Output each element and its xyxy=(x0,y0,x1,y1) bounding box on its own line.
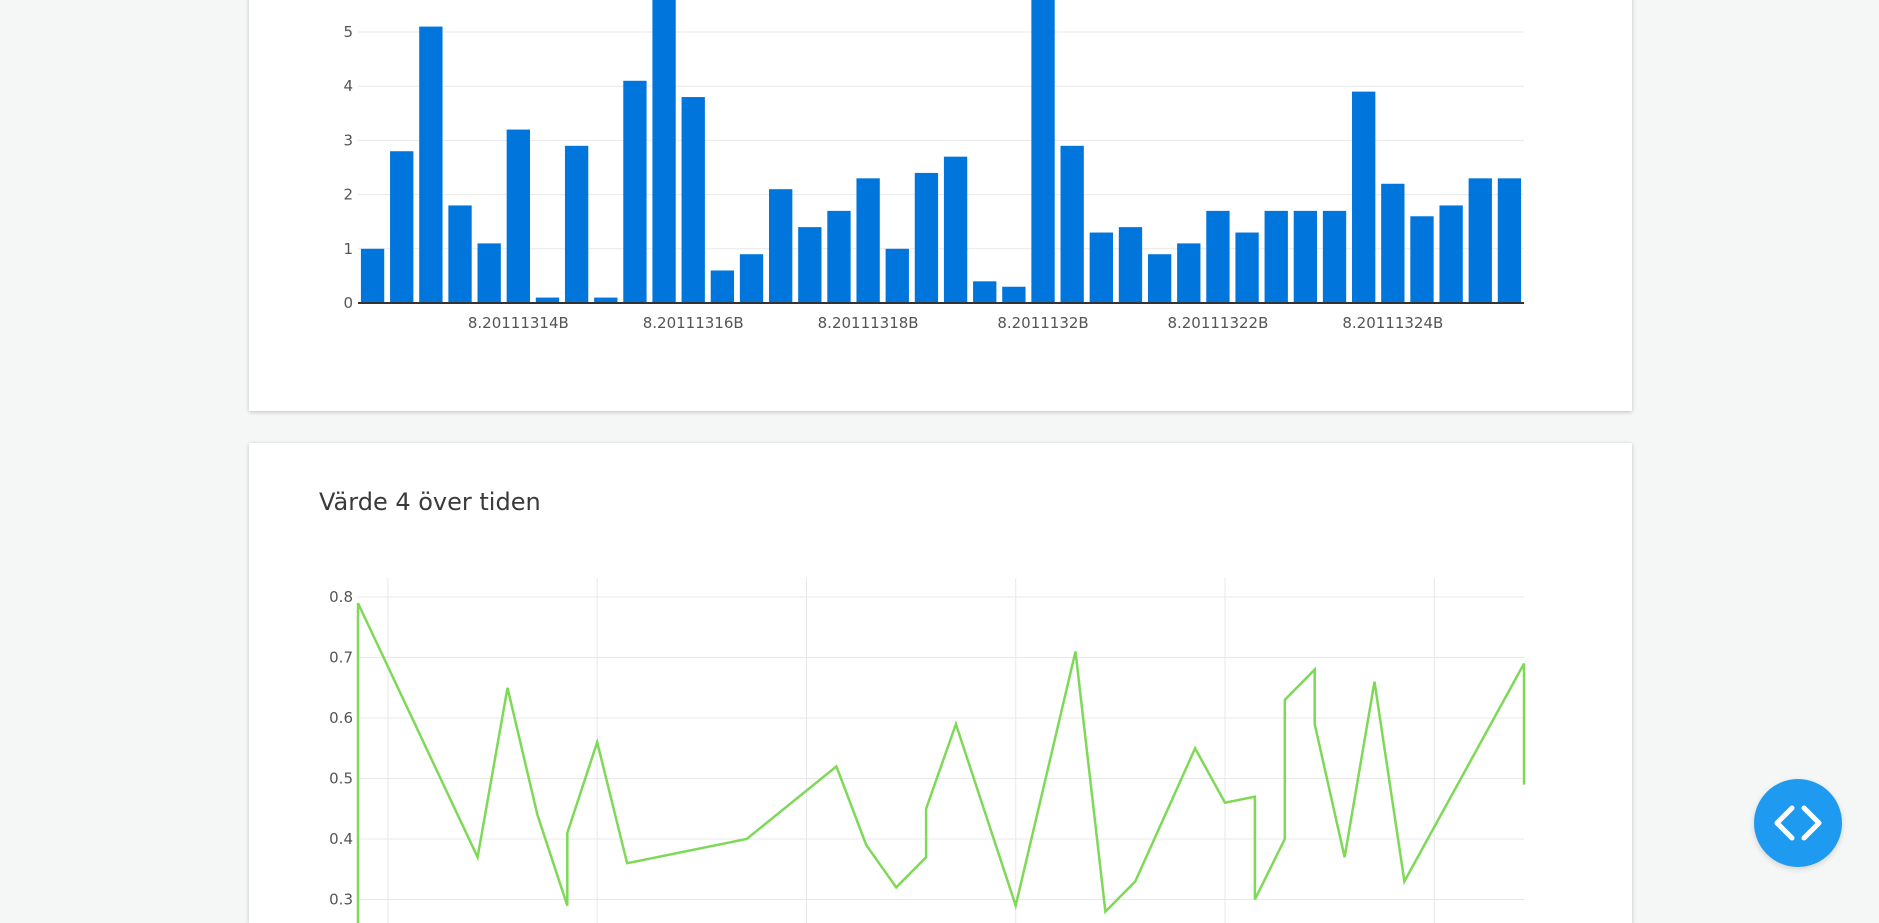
bar xyxy=(710,270,735,303)
x-tick-label: 8.20111314B xyxy=(468,314,569,332)
bar xyxy=(973,281,997,303)
bar xyxy=(1118,227,1143,303)
bar xyxy=(506,129,530,303)
bar xyxy=(943,156,968,303)
bar xyxy=(1031,0,1055,304)
y-tick-label: 3 xyxy=(343,131,353,149)
bar xyxy=(1235,232,1259,303)
y-tick-label: 2 xyxy=(343,186,353,204)
x-tick-label: 8.20111322B xyxy=(1167,314,1268,332)
x-tick-label: 8.2011132B xyxy=(997,314,1088,332)
bar xyxy=(1381,183,1405,303)
bar xyxy=(1264,210,1288,303)
bar xyxy=(1497,178,1522,303)
bar xyxy=(360,248,385,303)
y-tick-label: 0.7 xyxy=(329,649,353,667)
bar xyxy=(1089,232,1113,303)
bar xyxy=(798,227,822,303)
bar xyxy=(1147,254,1172,303)
bar xyxy=(1410,216,1434,303)
bar xyxy=(623,80,647,303)
bar xyxy=(1468,178,1492,303)
bar xyxy=(827,210,851,303)
bar xyxy=(1206,210,1230,303)
bar xyxy=(885,248,909,303)
bar xyxy=(914,172,939,303)
line-chart: 0.3 0.4 0.5 0.6 0.7 0.8 xyxy=(329,578,1526,923)
bar-chart-card: 0 1 2 3 4 5 8.20111314B 8.20111316B 8.20111318B 8… xyxy=(249,0,1632,411)
y-tick-label: 4 xyxy=(343,77,353,95)
bar-chart: 0 1 2 3 4 5 8.20111314B 8.20111316B 8.20111318B 8… xyxy=(343,0,1524,332)
y-tick-label: 0.3 xyxy=(329,891,353,909)
y-tick-label: 0 xyxy=(343,294,353,312)
x-tick-label: 8.20111316B xyxy=(643,314,744,332)
bar xyxy=(419,26,443,304)
line-chart-card: Värde 4 över tiden 0.3 0.4 0.5 0.6 0.7 0.8 xyxy=(249,443,1632,923)
bar xyxy=(1060,145,1084,303)
bar xyxy=(652,0,676,304)
code-icon xyxy=(1774,805,1822,841)
y-tick-label: 0.5 xyxy=(329,770,353,788)
bar xyxy=(390,151,414,303)
series-line xyxy=(356,602,1526,923)
bar xyxy=(1439,205,1463,303)
bar xyxy=(1293,210,1318,303)
bar xyxy=(681,97,705,303)
bar xyxy=(769,189,793,303)
code-toggle-button[interactable] xyxy=(1754,779,1842,867)
y-tick-label: 1 xyxy=(343,240,353,258)
bar xyxy=(1352,91,1376,304)
bar xyxy=(856,178,880,303)
bar xyxy=(1177,243,1201,303)
bar xyxy=(564,145,589,303)
bar xyxy=(1002,286,1026,303)
y-tick-label: 0.6 xyxy=(329,709,353,727)
y-tick-label: 0.8 xyxy=(329,588,353,606)
x-tick-label: 8.20111324B xyxy=(1342,314,1443,332)
x-tick-label: 8.20111318B xyxy=(818,314,919,332)
bar xyxy=(1322,210,1347,303)
y-tick-label: 0.4 xyxy=(329,830,353,848)
bar xyxy=(448,205,472,303)
bar xyxy=(477,243,501,303)
bar xyxy=(739,254,764,303)
y-tick-label: 5 xyxy=(343,23,353,41)
